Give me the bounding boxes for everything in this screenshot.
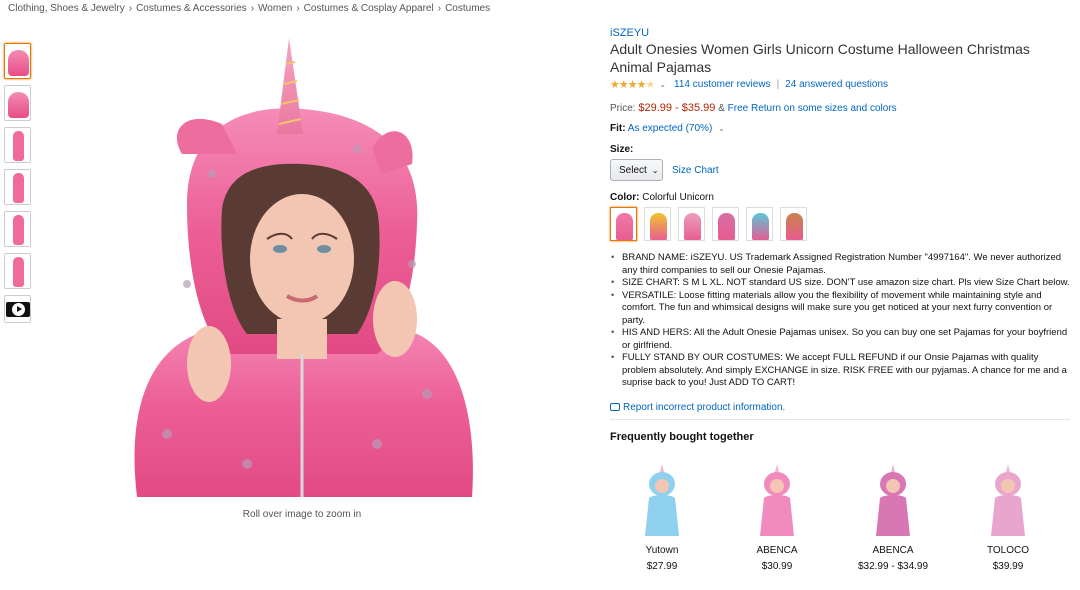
thumbnail-image (13, 173, 24, 203)
fbt-price: $32.99 - $34.99 (857, 561, 929, 572)
size-select[interactable]: Select ⌄ (610, 159, 663, 181)
fbt-product-image[interactable] (858, 462, 928, 537)
fbt-item[interactable]: Yutown $27.99 (612, 462, 712, 572)
breadcrumb-separator: › (296, 3, 300, 14)
breadcrumb-separator: › (128, 3, 133, 14)
product-title: Adult Onesies Women Girls Unicorn Costum… (610, 41, 1030, 75)
play-icon (12, 303, 25, 316)
fbt-brand: Yutown (645, 545, 679, 556)
feature-bullet: SIZE CHART: S M L XL. NOT standard US si… (611, 277, 1070, 290)
fbt-item[interactable]: TOLOCO $39.99 (958, 462, 1058, 572)
color-swatch[interactable] (746, 207, 773, 241)
swatch-image (616, 213, 633, 240)
swatch-image (752, 213, 769, 240)
color-swatch[interactable] (712, 207, 739, 241)
thumbnail-4[interactable] (4, 169, 31, 205)
feature-bullet: VERSATILE: Loose fitting materials allow… (611, 290, 1070, 328)
fbt-product-image[interactable] (973, 462, 1043, 537)
answered-questions-link[interactable]: 24 answered questions (785, 79, 888, 90)
chevron-down-icon[interactable]: ⌄ (659, 80, 666, 89)
thumbnail-3[interactable] (4, 127, 31, 163)
breadcrumb-item-cosplay-apparel[interactable]: Costumes & Cosplay Apparel (304, 3, 434, 14)
fit-value-link[interactable]: As expected (70%) (628, 123, 713, 134)
fbt-product-image[interactable] (742, 462, 812, 537)
brand-link[interactable]: iSZEYU (610, 27, 1070, 39)
divider (610, 418, 1070, 420)
feature-bullet: BRAND NAME: iSZEYU. US Trademark Assigne… (611, 252, 1070, 277)
fbt-brand: ABENCA (872, 545, 914, 556)
swatch-image (650, 213, 667, 240)
breadcrumb-item-women[interactable]: Women (258, 3, 292, 14)
chevron-down-icon[interactable]: ⌄ (718, 124, 725, 133)
size-label: Size: (610, 144, 634, 155)
thumbnail-1[interactable] (4, 43, 31, 79)
thumbnail-5[interactable] (4, 211, 31, 247)
fbt-item[interactable]: ABENCA $32.99 - $34.99 (843, 462, 943, 572)
color-row: Color: Colorful Unicorn (610, 192, 1070, 203)
fbt-brand: ABENCA (756, 545, 798, 556)
swatch-image (786, 213, 803, 240)
main-product-image[interactable] (127, 34, 477, 497)
thumbnail-image (13, 215, 24, 245)
price-range: $29.99 - $35.99 (638, 102, 716, 114)
thumbnail-image (13, 257, 24, 287)
swatch-image (718, 213, 735, 240)
chat-bubble-icon (610, 403, 620, 411)
chevron-down-icon: ⌄ (651, 165, 659, 175)
size-select-value: Select (619, 164, 647, 176)
breadcrumb-item-clothing[interactable]: Clothing, Shoes & Jewelry (8, 3, 125, 14)
fit-label: Fit: (610, 123, 626, 134)
breadcrumb-separator: › (250, 3, 255, 14)
thumbnail-6[interactable] (4, 253, 31, 289)
fbt-brand: TOLOCO (986, 545, 1030, 556)
thumbnail-2[interactable] (4, 85, 31, 121)
rating-row: ★★★★★ ⌄ 114 customer reviews | 24 answer… (610, 78, 1070, 91)
feature-bullet: HIS AND HERS: All the Adult Onesie Pajam… (611, 327, 1070, 352)
fbt-price: $30.99 (761, 561, 793, 572)
color-label: Color: (610, 192, 640, 203)
swatch-image (684, 213, 701, 240)
thumbnail-strip (4, 43, 32, 329)
fbt-heading: Frequently bought together (610, 430, 754, 443)
fbt-price: $39.99 (992, 561, 1024, 572)
free-return-link[interactable]: Free Return on some sizes and colors (728, 103, 897, 114)
return-amp: & (718, 103, 725, 114)
thumbnail-image (8, 50, 29, 76)
feature-bullets: BRAND NAME: iSZEYU. US Trademark Assigne… (610, 252, 1070, 390)
fbt-price: $27.99 (646, 561, 678, 572)
unicorn-costume-illustration (134, 38, 473, 497)
report-info-text: Report incorrect product information. (623, 401, 786, 413)
color-value: Colorful Unicorn (642, 192, 714, 203)
thumbnail-video[interactable] (4, 295, 31, 323)
thumbnail-image (8, 92, 29, 118)
product-details: iSZEYU Adult Onesies Women Girls Unicorn… (610, 27, 1070, 443)
breadcrumb-item-costumes[interactable]: Costumes (445, 3, 490, 14)
fbt-product-image[interactable] (627, 462, 697, 537)
breadcrumb: Clothing, Shoes & Jewelry › Costumes & Acc… (8, 3, 490, 14)
fbt-item[interactable]: ABENCA $30.99 (727, 462, 827, 572)
zoom-hint: Roll over image to zoom in (242, 509, 362, 520)
price-row: Price: $29.99 - $35.99 & Free Return on … (610, 102, 1070, 114)
color-swatches (610, 207, 1070, 241)
star-rating-icon[interactable]: ★★★★★ (610, 78, 655, 91)
fit-row: Fit: As expected (70%) ⌄ (610, 123, 1070, 134)
size-row: Select ⌄ Size Chart (610, 159, 1070, 181)
size-chart-link[interactable]: Size Chart (672, 165, 719, 176)
color-swatch[interactable] (678, 207, 705, 241)
feature-bullet: FULLY STAND BY OUR COSTUMES: We accept F… (611, 352, 1070, 390)
thumbnail-image (13, 131, 24, 161)
color-swatch[interactable] (610, 207, 637, 241)
color-swatch[interactable] (644, 207, 671, 241)
frequently-bought-together: Yutown $27.99 ABENCA $30.99 ABENCA $32.9… (610, 462, 1070, 582)
customer-reviews-link[interactable]: 114 customer reviews (674, 79, 771, 90)
color-swatch[interactable] (780, 207, 807, 241)
breadcrumb-item-costumes-accessories[interactable]: Costumes & Accessories (136, 3, 247, 14)
report-info-link[interactable]: Report incorrect product information. (610, 402, 1070, 413)
separator: | (776, 79, 780, 90)
breadcrumb-separator: › (437, 3, 442, 14)
price-label: Price: (610, 103, 636, 114)
